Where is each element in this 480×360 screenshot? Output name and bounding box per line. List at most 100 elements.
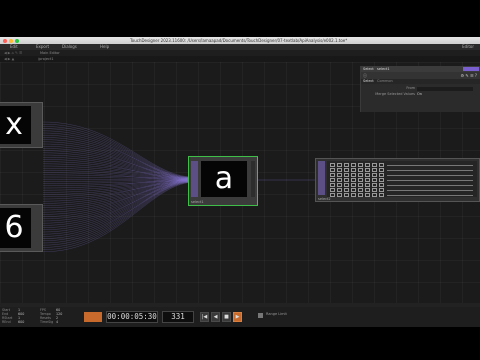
table-cell [365,163,370,167]
letterbox-bottom [0,327,480,360]
table-cell [344,188,349,192]
selected-op-a[interactable]: a select1 [188,156,258,206]
op-type-color-chip [463,67,479,71]
param-label: From [406,86,415,90]
table-cell [372,178,377,182]
table-cell [358,163,363,167]
table-cell [351,163,356,167]
table-op-name[interactable]: select2 [318,197,331,201]
stop-button[interactable]: ■ [222,312,231,322]
table-row-line [387,164,473,165]
parameter-toolbar-icons[interactable]: ⚙ ✎ ☰ ? [461,73,477,78]
table-row-line [387,189,473,190]
parameter-toolbar: ⓘ ⚙ ✎ ☰ ? [361,72,480,79]
table-cell [330,188,335,192]
text-op-6-viewer: 6 [0,208,31,248]
table-cell [358,193,363,197]
output-connector[interactable] [251,161,255,197]
table-cell [358,183,363,187]
table-cell [372,193,377,197]
play-button[interactable]: ▶ [233,312,242,322]
table-cell [379,173,384,177]
tab-select[interactable]: Select [363,79,374,84]
input-connectors[interactable] [191,161,198,197]
table-cell [337,193,342,197]
parameter-panel: Select select1 ⓘ ⚙ ✎ ☰ ? Select Common F… [360,66,480,112]
minimize-window-icon[interactable] [9,38,13,43]
tab-common[interactable]: Common [377,79,393,84]
text-op-6[interactable]: 6 [0,204,43,252]
table-cell [330,168,335,172]
param-row-from: From [361,86,480,91]
step-back-button[interactable]: ◀ [211,312,220,322]
table-cell [379,188,384,192]
table-cell [337,163,342,167]
table-cell [344,178,349,182]
text-op-x-glyph: x [5,107,23,142]
param-field-from[interactable] [417,86,473,91]
table-cell [330,178,335,182]
table-input-connectors[interactable] [318,161,325,195]
table-cell [365,168,370,172]
table-cell [379,178,384,182]
timeline-rate-values[interactable]: 60 120 24 [56,308,62,324]
table-cell [337,173,342,177]
table-cell [351,168,356,172]
timeline-stats-labels: Start End RStart REnd [2,308,13,324]
table-cell [337,178,342,182]
selected-op-glyph: a [214,161,234,196]
table-cell [358,173,363,177]
letterbox-top [0,0,480,37]
table-cell [351,188,356,192]
table-cell [379,168,384,172]
table-cell [344,168,349,172]
text-op-x-viewer: x [0,106,31,144]
table-cell [379,183,384,187]
table-cell [372,183,377,187]
table-cell [351,178,356,182]
range-limit-toggle[interactable] [258,313,263,318]
wire [42,128,199,181]
table-cell [344,193,349,197]
table-cell [372,173,377,177]
table-row-line [387,174,473,175]
table-cell [365,193,370,197]
table-cell [379,193,384,197]
table-cell [330,183,335,187]
text-op-6-glyph: 6 [4,210,24,245]
param-toggle-merge[interactable]: On [417,92,422,97]
table-cell [330,163,335,167]
range-limit-label: Range Limit [266,312,287,316]
timecode-display[interactable]: 00:00:05:30 [106,311,158,323]
text-op-x[interactable]: x [0,102,43,148]
timeline-stats-values[interactable]: 1 600 1 600 [18,308,24,324]
table-cell [330,173,335,177]
selected-op-viewer: a [201,161,247,197]
table-row-line [387,169,473,170]
frame-display[interactable]: 331 [162,311,194,323]
table-cell [365,178,370,182]
table-cell [344,183,349,187]
timeline-rate-labels: FPS Tempo Resets TimeSig [40,308,54,324]
table-row-line [387,184,473,185]
table-cell [365,173,370,177]
table-cell [365,188,370,192]
table-cell [344,173,349,177]
close-window-icon[interactable] [3,38,7,43]
table-cell [372,163,377,167]
zoom-window-icon[interactable] [15,38,19,43]
timecode-mode-icon[interactable] [84,312,102,322]
selected-op-name[interactable]: select1 [191,200,204,204]
window-titlebar: TouchDesigner 2023.11600: /Users/lamaapa… [0,37,480,44]
rewind-button[interactable]: |◀ [200,312,209,322]
table-op-viewer [327,161,477,197]
table-cell [372,168,377,172]
table-cell [337,188,342,192]
param-label: Merge Selected Values [375,92,415,96]
table-cell [358,188,363,192]
transport-bar: Start End RStart REnd 1 600 1 600 FPS Tempo R… [0,307,480,327]
table-op[interactable]: select2 [315,158,480,202]
table-cell [358,178,363,182]
table-cell [351,193,356,197]
network-editor[interactable]: x 6 a select1 select2 Select select1 ⓘ ⚙… [0,62,480,305]
